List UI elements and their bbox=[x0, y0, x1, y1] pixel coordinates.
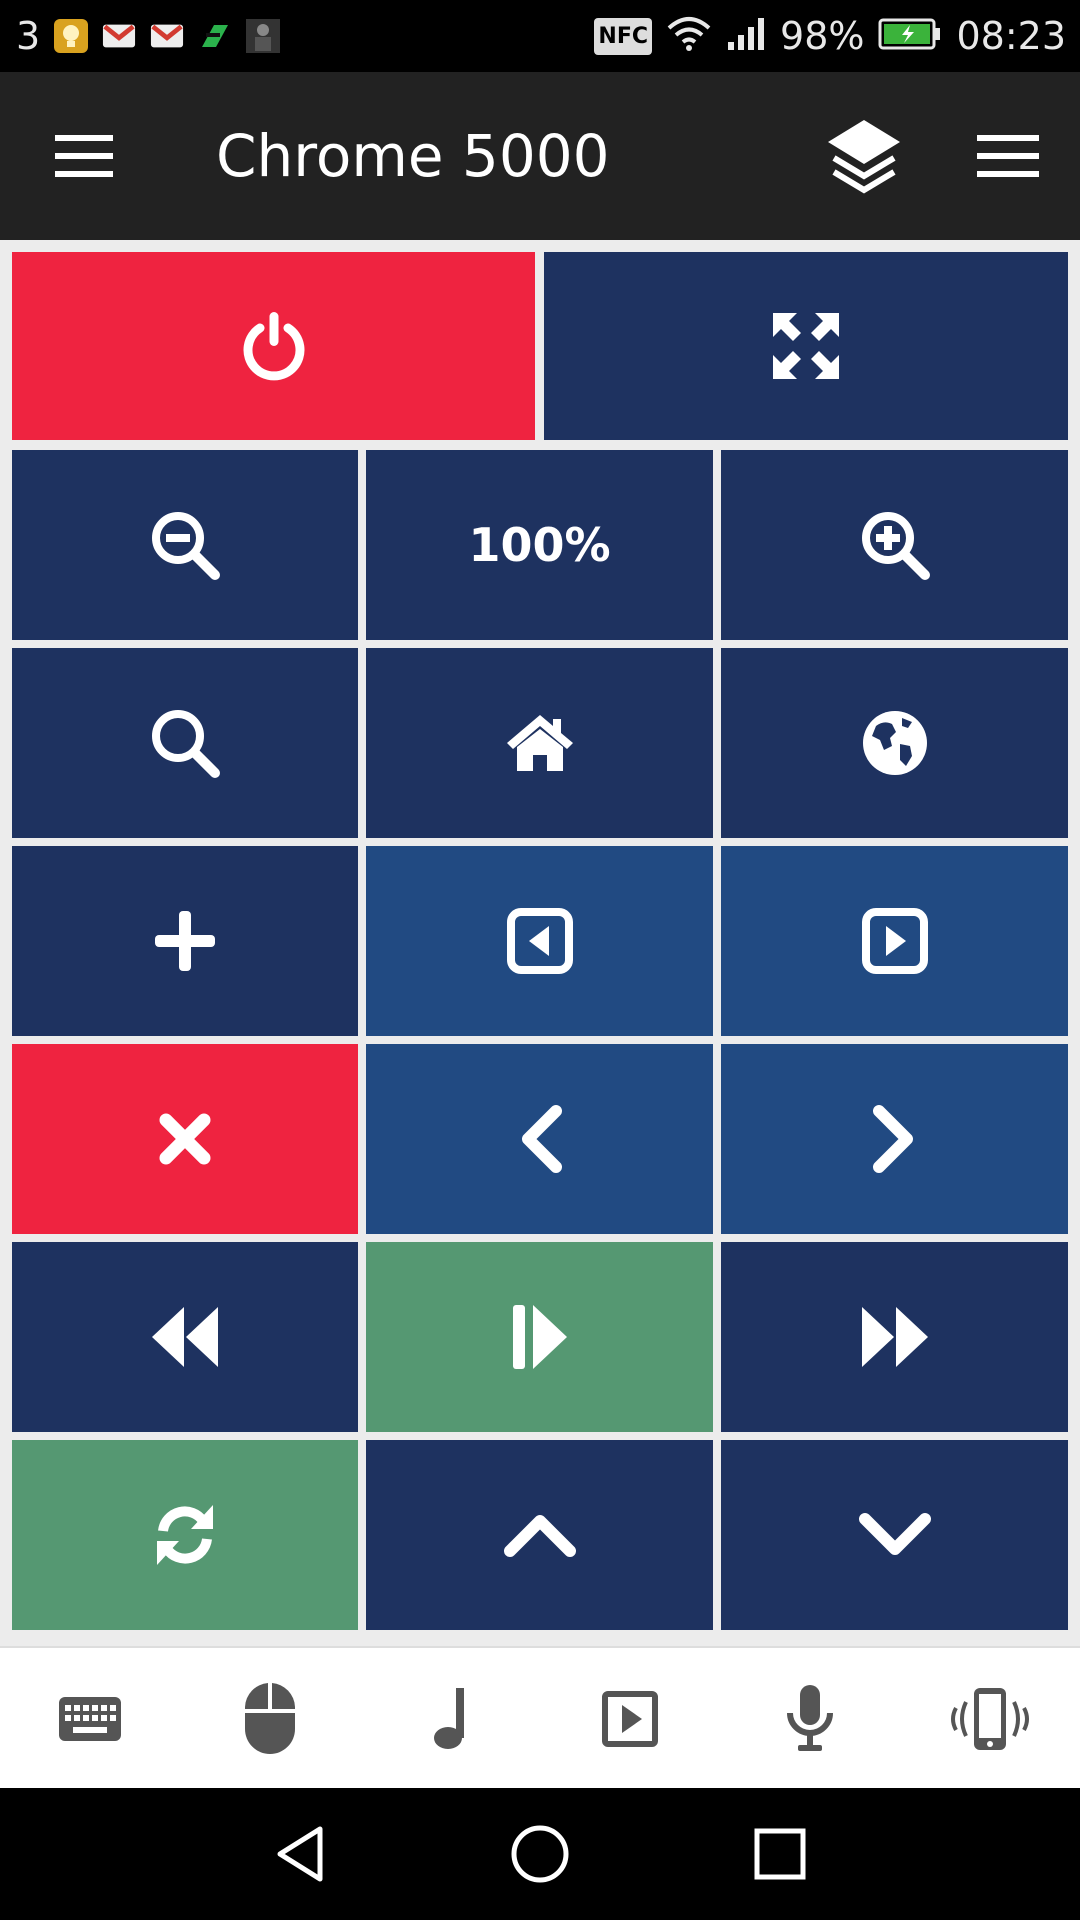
zoom-level-label: 100% bbox=[468, 518, 611, 572]
app-title: Chrome 5000 bbox=[216, 122, 610, 190]
battery-percent: 98% bbox=[780, 14, 865, 58]
play-pause-button[interactable] bbox=[366, 1242, 713, 1432]
chevron-left-icon bbox=[521, 1105, 562, 1173]
zoom-out-button[interactable] bbox=[12, 450, 358, 640]
fullscreen-button[interactable] bbox=[544, 252, 1068, 440]
microphone-icon bbox=[787, 1685, 833, 1751]
recents-square-icon bbox=[754, 1828, 806, 1880]
gmail-icon bbox=[150, 19, 184, 53]
search-button[interactable] bbox=[12, 648, 358, 838]
scroll-up-button[interactable] bbox=[366, 1440, 713, 1630]
next-tab-button[interactable] bbox=[721, 846, 1068, 1036]
mouse-icon bbox=[245, 1683, 295, 1754]
nfc-label: NFC bbox=[594, 17, 653, 55]
close-icon bbox=[159, 1113, 211, 1165]
status-bar: 3 NFC 98% 08:23 bbox=[0, 0, 1080, 72]
tab-media[interactable] bbox=[540, 1648, 720, 1790]
home-circle-icon bbox=[511, 1825, 569, 1883]
power-button[interactable] bbox=[12, 252, 535, 440]
gmail-icon bbox=[102, 19, 136, 53]
tab-voice[interactable] bbox=[720, 1648, 900, 1790]
menu-icon bbox=[977, 135, 1039, 177]
tab-music[interactable] bbox=[360, 1648, 540, 1790]
music-note-icon bbox=[434, 1688, 464, 1749]
tab-device[interactable] bbox=[900, 1648, 1080, 1790]
zoom-in-icon bbox=[861, 512, 930, 580]
layers-button[interactable] bbox=[812, 106, 916, 206]
tab-mouse[interactable] bbox=[180, 1648, 360, 1790]
layers-icon bbox=[828, 120, 900, 194]
caret-square-left-icon bbox=[506, 908, 573, 974]
overflow-menu-button[interactable] bbox=[958, 116, 1058, 196]
app-bar: Chrome 5000 bbox=[0, 72, 1080, 240]
phone-vibrate-icon bbox=[951, 1688, 1029, 1750]
wifi-icon bbox=[666, 16, 712, 57]
feedly-icon bbox=[198, 19, 232, 53]
notification-count: 3 bbox=[16, 14, 41, 58]
previous-tab-button[interactable] bbox=[366, 846, 713, 1036]
play-pause-icon bbox=[512, 1305, 567, 1369]
plus-icon bbox=[155, 911, 215, 971]
scroll-down-button[interactable] bbox=[721, 1440, 1068, 1630]
status-bar-right: NFC 98% 08:23 bbox=[594, 14, 1066, 58]
rewind-icon bbox=[152, 1307, 218, 1367]
bottom-tab-bar bbox=[0, 1646, 1080, 1788]
search-icon bbox=[152, 710, 220, 778]
system-back-button[interactable] bbox=[240, 1788, 360, 1920]
back-button[interactable] bbox=[366, 1044, 713, 1234]
new-tab-button[interactable] bbox=[12, 846, 358, 1036]
close-tab-button[interactable] bbox=[12, 1044, 358, 1234]
chevron-down-icon bbox=[858, 1513, 931, 1555]
chevron-right-icon bbox=[872, 1105, 913, 1173]
clock: 08:23 bbox=[956, 14, 1066, 58]
globe-icon bbox=[862, 711, 927, 775]
caret-square-right-icon bbox=[861, 908, 928, 974]
system-home-button[interactable] bbox=[480, 1788, 600, 1920]
expand-arrows-icon bbox=[773, 313, 839, 379]
back-triangle-icon bbox=[277, 1826, 323, 1882]
home-button[interactable] bbox=[366, 648, 713, 838]
photo-thumbnail-icon bbox=[246, 19, 281, 53]
fast-forward-button[interactable] bbox=[721, 1242, 1068, 1432]
tab-keyboard[interactable] bbox=[0, 1648, 180, 1790]
play-box-icon bbox=[602, 1691, 658, 1747]
hamburger-menu-icon bbox=[55, 135, 113, 177]
web-button[interactable] bbox=[721, 648, 1068, 838]
lightbulb-icon bbox=[54, 19, 89, 53]
battery-icon bbox=[878, 18, 942, 55]
zoom-out-icon bbox=[152, 512, 220, 580]
keyboard-icon bbox=[59, 1697, 121, 1741]
nfc-icon: NFC bbox=[594, 17, 653, 55]
status-bar-left: 3 bbox=[16, 14, 281, 58]
zoom-level-button[interactable]: 100% bbox=[366, 450, 713, 640]
system-navigation-bar bbox=[0, 1788, 1080, 1920]
signal-icon bbox=[726, 16, 766, 57]
refresh-button[interactable] bbox=[12, 1440, 358, 1630]
refresh-icon bbox=[157, 1505, 213, 1565]
system-recents-button[interactable] bbox=[720, 1788, 840, 1920]
zoom-in-button[interactable] bbox=[721, 450, 1068, 640]
power-icon bbox=[243, 312, 304, 381]
fast-forward-icon bbox=[861, 1307, 928, 1367]
nav-drawer-button[interactable] bbox=[34, 116, 134, 196]
chevron-up-icon bbox=[503, 1515, 576, 1557]
rewind-button[interactable] bbox=[12, 1242, 358, 1432]
forward-button[interactable] bbox=[721, 1044, 1068, 1234]
home-icon bbox=[506, 715, 573, 771]
